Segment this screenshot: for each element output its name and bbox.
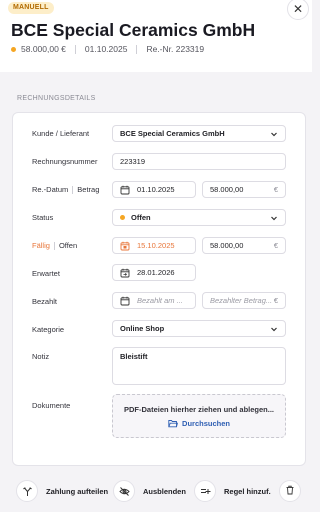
manual-badge: MANUELL [8, 2, 54, 14]
header-amount: 58.000,00 € [21, 44, 66, 54]
status-value: Offen [131, 213, 151, 222]
invoice-number-label: Rechnungsnummer [32, 157, 98, 166]
dropzone-text: PDF-Dateien hierher ziehen und ablegen..… [123, 405, 275, 414]
header-invoice-ref: Re.-Nr. 223319 [146, 44, 205, 54]
invoice-date-label: Re.-Datum Betrag [32, 185, 99, 194]
browse-label: Durchsuchen [182, 419, 230, 428]
status-dot-icon [120, 215, 125, 220]
vendor-value: BCE Special Ceramics GmbH [120, 129, 225, 138]
document-dropzone[interactable]: PDF-Dateien hierher ziehen und ablegen..… [112, 394, 286, 438]
divider [74, 44, 76, 54]
close-button[interactable]: ✕ [287, 0, 309, 20]
header-meta: 58.000,00 € 01.10.2025 Re.-Nr. 223319 [11, 44, 204, 54]
eye-off-icon [113, 480, 135, 502]
expected-date-value: 28.01.2026 [137, 268, 175, 277]
invoice-number-input[interactable]: 223319 [112, 153, 286, 170]
split-payment-label: Zahlung aufteilen [46, 486, 109, 496]
status-dot-icon [11, 46, 16, 52]
invoice-date-label-text: Re.-Datum [32, 185, 69, 194]
delete-button[interactable] [279, 480, 301, 502]
category-label: Kategorie [32, 325, 65, 334]
documents-label: Dokumente [32, 401, 71, 410]
calendar-icon [120, 296, 130, 306]
calendar-alert-icon [120, 241, 130, 251]
divider [72, 185, 74, 194]
category-select[interactable]: Online Shop [112, 320, 286, 337]
browse-link[interactable]: Durchsuchen [113, 419, 285, 428]
divider [136, 44, 138, 54]
calendar-icon [120, 185, 130, 195]
invoice-amount-input[interactable]: 58.000,00 € [202, 181, 286, 198]
due-label-text: Fällig [32, 241, 50, 250]
page-title: BCE Special Ceramics GmbH [11, 20, 256, 40]
hide-button[interactable]: Ausblenden [113, 480, 186, 502]
header-date: 01.10.2025 [84, 44, 128, 54]
split-icon [16, 480, 38, 502]
currency-suffix: € [273, 241, 278, 250]
due-date-value: 15.10.2025 [137, 241, 175, 250]
chevron-down-icon [270, 325, 278, 333]
currency-suffix: € [273, 185, 278, 194]
vendor-label: Kunde / Lieferant [32, 129, 90, 138]
expected-label: Erwartet [32, 269, 60, 278]
folder-open-icon [168, 419, 179, 428]
vendor-select[interactable]: BCE Special Ceramics GmbH [112, 125, 286, 142]
calendar-forward-icon [120, 268, 130, 278]
rule-add-icon [194, 480, 216, 502]
hide-label: Ausblenden [143, 486, 186, 496]
invoice-amount-value: 58.000,00 [210, 185, 244, 194]
invoice-date-input[interactable]: 01.10.2025 [112, 181, 196, 198]
category-value: Online Shop [120, 324, 165, 333]
due-date-input[interactable]: 15.10.2025 [112, 237, 196, 254]
status-select[interactable]: Offen [112, 209, 286, 226]
paid-date-input[interactable]: Bezahlt am ... [112, 292, 196, 309]
open-label-text: Offen [58, 241, 78, 250]
due-label: Fällig Offen [32, 241, 77, 250]
trash-icon [285, 482, 295, 500]
due-amount-input[interactable]: 58.000,00 € [202, 237, 286, 254]
header: MANUELL ✕ BCE Special Ceramics GmbH 58.0… [0, 0, 312, 72]
invoice-amount-label-text: Betrag [77, 185, 100, 194]
note-label: Notiz [32, 352, 50, 361]
paid-amount-placeholder: Bezahlter Betrag... [210, 296, 273, 305]
divider [53, 241, 55, 250]
add-rule-button[interactable]: Regel hinzuf. [194, 480, 271, 502]
chevron-down-icon [270, 214, 278, 222]
note-textarea[interactable]: Bleistift [112, 347, 286, 385]
section-title: RECHNUNGSDETAILS [17, 95, 96, 102]
invoice-number-value: 223319 [120, 157, 146, 166]
currency-suffix: € [273, 296, 278, 305]
due-amount-value: 58.000,00 [210, 241, 244, 250]
paid-date-placeholder: Bezahlt am ... [137, 296, 183, 305]
invoice-date-value: 01.10.2025 [137, 185, 175, 194]
expected-date-input[interactable]: 28.01.2026 [112, 264, 196, 281]
split-payment-button[interactable]: Zahlung aufteilen [16, 480, 108, 502]
chevron-down-icon [270, 130, 278, 138]
close-icon: ✕ [292, 2, 304, 16]
status-label: Status [32, 213, 54, 222]
paid-amount-input[interactable]: Bezahlter Betrag... € [202, 292, 286, 309]
add-rule-label: Regel hinzuf. [224, 486, 271, 496]
paid-label: Bezahlt [32, 297, 58, 306]
